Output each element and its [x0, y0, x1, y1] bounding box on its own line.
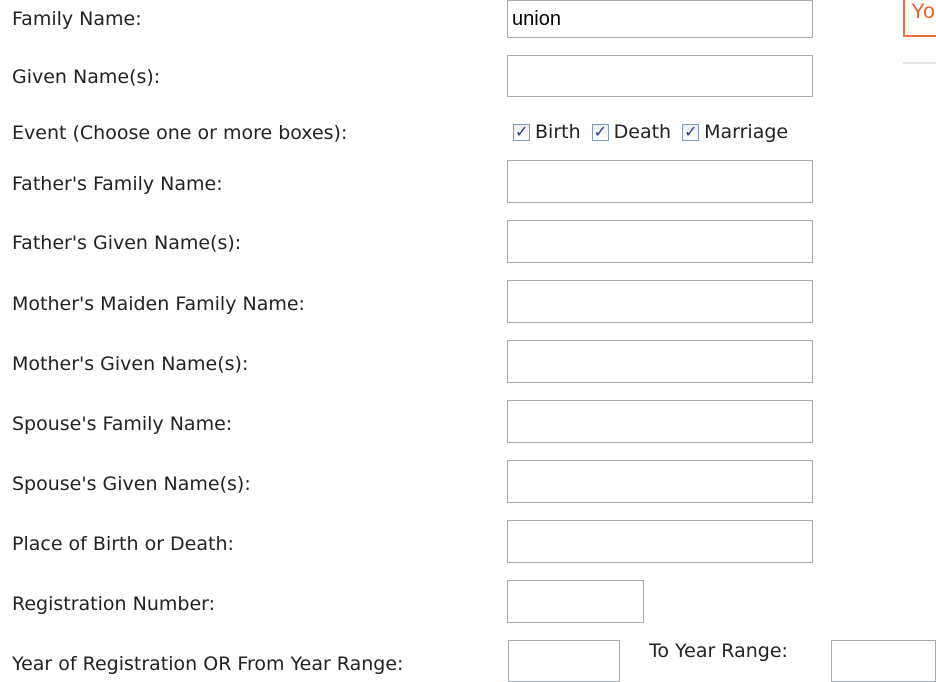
- side-alert-box: Yo: [903, 0, 936, 37]
- registration-number-input[interactable]: [507, 580, 644, 623]
- year-from-input[interactable]: [508, 640, 620, 682]
- mother-maiden-name-input[interactable]: [507, 280, 813, 323]
- year-to-label: To Year Range:: [649, 640, 788, 662]
- place-label: Place of Birth or Death:: [12, 533, 234, 555]
- spouse-given-names-label: Spouse's Given Name(s):: [12, 473, 251, 495]
- marriage-checkbox-label[interactable]: Marriage: [704, 121, 788, 143]
- event-checkbox-group: Birth Death Marriage: [513, 117, 799, 147]
- death-checkbox-label[interactable]: Death: [614, 121, 671, 143]
- marriage-checkbox[interactable]: [682, 122, 700, 141]
- father-given-names-input[interactable]: [507, 220, 813, 263]
- mother-given-names-label: Mother's Given Name(s):: [12, 353, 249, 375]
- family-name-label: Family Name:: [12, 8, 142, 30]
- birth-checkbox-label[interactable]: Birth: [535, 121, 581, 143]
- family-name-input[interactable]: [507, 0, 813, 38]
- death-checkbox[interactable]: [591, 122, 609, 141]
- year-to-input[interactable]: [831, 640, 936, 682]
- father-family-name-input[interactable]: [507, 160, 813, 203]
- given-names-input[interactable]: [507, 55, 813, 97]
- year-from-label: Year of Registration OR From Year Range:: [12, 653, 404, 675]
- spouse-given-names-input[interactable]: [507, 460, 813, 503]
- father-given-names-label: Father's Given Name(s):: [12, 232, 242, 254]
- event-label: Event (Choose one or more boxes):: [12, 122, 348, 144]
- place-input[interactable]: [507, 520, 813, 563]
- spouse-family-name-input[interactable]: [507, 400, 813, 443]
- side-alert-text: Yo: [911, 0, 935, 23]
- side-divider: [903, 62, 936, 64]
- given-names-label: Given Name(s):: [12, 66, 161, 88]
- birth-checkbox[interactable]: [513, 122, 530, 141]
- father-family-name-label: Father's Family Name:: [12, 173, 223, 195]
- registration-number-label: Registration Number:: [12, 593, 216, 615]
- mother-maiden-name-label: Mother's Maiden Family Name:: [12, 293, 305, 315]
- spouse-family-name-label: Spouse's Family Name:: [12, 413, 233, 435]
- mother-given-names-input[interactable]: [507, 340, 813, 383]
